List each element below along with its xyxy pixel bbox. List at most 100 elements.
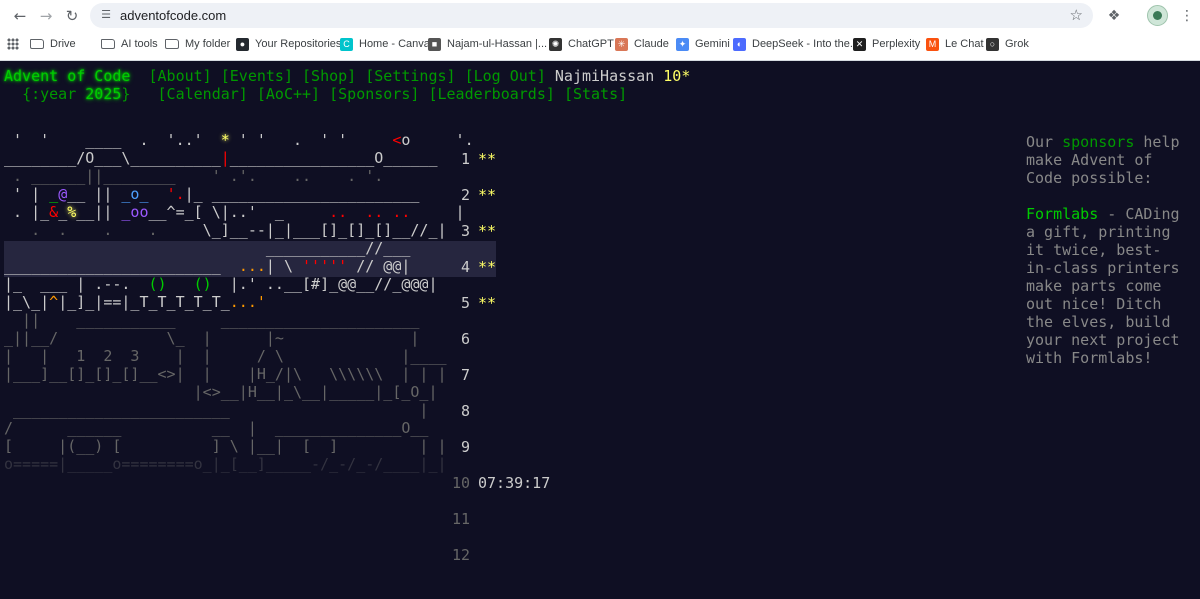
reload-icon[interactable]: ↻ [62, 6, 82, 26]
profile-avatar[interactable] [1147, 5, 1168, 26]
more-menu-icon[interactable]: ⋮ [1180, 6, 1194, 26]
day-number: 9 [460, 438, 470, 456]
bookmark-label: AI tools [121, 38, 158, 50]
day-number: 4 [460, 258, 470, 276]
sponsor-link[interactable]: Formlabs [1026, 205, 1098, 223]
day-stars: ** [478, 294, 497, 312]
bookmark-item[interactable]: ✳ Claude [615, 33, 669, 55]
folder-icon [30, 39, 44, 49]
art-line: ________________________ | [4, 401, 429, 419]
url-text[interactable]: adventofcode.com [120, 7, 226, 24]
bookmark-label: Your Repositories [255, 38, 342, 50]
art-line: o=====|_____o========o_|_[__]_____-/_-/_… [4, 455, 447, 473]
browser-chrome: ← → ↻ ☰ adventofcode.com ☆ ❖ ⋮ Drive AI t… [0, 0, 1200, 61]
day-number: 1 [460, 150, 470, 168]
day-stars: ** [478, 258, 497, 276]
nav-stats[interactable]: [Stats] [564, 85, 627, 103]
bookmark-label: ChatGPT [568, 38, 614, 50]
day-number: 3 [460, 222, 470, 240]
art-line: ________________________ ...| \ ''''' //… [4, 257, 411, 275]
art-line: . |_&_%__|| _oo__^=_[ \|..' _ .. .. .. | [4, 203, 465, 221]
bookmark-item[interactable]: ○ Grok [986, 33, 1029, 55]
sponsors-link[interactable]: sponsors [1062, 133, 1134, 151]
bookmark-item[interactable]: C Home - Canva [340, 33, 430, 55]
bookmark-item[interactable]: ✕ Perplexity [853, 33, 920, 55]
bookmark-item[interactable]: Drive [30, 33, 76, 55]
header-row-2: {:year 2025} [Calendar] [AoC++] [Sponsor… [4, 85, 627, 103]
nav-shop[interactable]: [Shop] [302, 67, 356, 85]
bookmark-label: My folder [185, 38, 231, 50]
claude-icon: ✳ [615, 37, 628, 51]
art-line: . ______||________ ' .'. .. . '. [4, 167, 384, 185]
bookmark-item[interactable]: M Le Chat [926, 33, 984, 55]
bookmark-label: Perplexity [872, 38, 921, 50]
unlock-countdown: 07:39:17 [478, 474, 551, 492]
bookmark-label: Home - Canva [359, 38, 430, 50]
art-line: || ___________ ______________________ [4, 311, 420, 329]
day-number: 2 [460, 186, 470, 204]
github-icon: ● [236, 37, 249, 51]
day-number: 6 [460, 330, 470, 348]
art-line: ___________//___ [4, 239, 411, 257]
bookmark-label: Claude [634, 38, 669, 50]
bookmark-star-icon[interactable]: ☆ [1070, 6, 1083, 24]
year-suffix: } [121, 85, 131, 103]
art-line: |<>__|H__|_\__|_____|_[_O_| [4, 383, 438, 401]
bookmark-item[interactable]: My folder [165, 33, 230, 55]
gemini-icon: ✦ [676, 37, 689, 51]
year-prefix: {:year [22, 85, 86, 103]
sponsor-ad: Formlabs - CADing a gift, printing it tw… [1026, 205, 1186, 367]
bookmark-item[interactable]: ✺ ChatGPT [549, 33, 614, 55]
art-line: / ______ __ | ______________O__ [4, 419, 429, 437]
back-arrow-icon[interactable]: ← [10, 6, 30, 26]
art-line: . . . . \_]__--|_|___[]_[]_[]__//_| [4, 221, 447, 239]
browser-toolbar: ← → ↻ ☰ adventofcode.com ☆ ❖ ⋮ [0, 0, 1200, 31]
address-bar[interactable]: ☰ adventofcode.com ☆ [90, 3, 1093, 28]
sponsor-intro: Our sponsors help make Advent of Code po… [1026, 133, 1186, 187]
day-number: 11 [452, 510, 471, 528]
extensions-puzzle-icon[interactable]: ❖ [1104, 6, 1124, 26]
bookmark-label: Gemini [695, 38, 730, 50]
document-icon: ■ [428, 37, 441, 51]
deepseek-icon: ◐ [733, 37, 746, 51]
chatgpt-icon: ✺ [549, 37, 562, 51]
day-number: 8 [460, 402, 470, 420]
sponsor-sidebar: Our sponsors help make Advent of Code po… [1026, 133, 1186, 385]
bookmark-label: Drive [50, 38, 76, 50]
day-stars: ** [478, 150, 497, 168]
folder-icon [165, 39, 179, 49]
nav-logout[interactable]: [Log Out] [465, 67, 546, 85]
bookmark-label: DeepSeek - Into the... [752, 38, 860, 50]
art-line: ' | _@__ || _o_ '.|_ ___________________… [4, 185, 420, 203]
nav-aocplusplus[interactable]: [AoC++] [257, 85, 320, 103]
bookmark-item[interactable]: ● Your Repositories [236, 33, 341, 55]
art-line: |_ ___ | .--. () () |.' ..__[#]_@@__//_@… [4, 275, 438, 293]
nav-calendar[interactable]: [Calendar] [158, 85, 248, 103]
nav-events[interactable]: [Events] [221, 67, 293, 85]
forward-arrow-icon[interactable]: → [36, 6, 56, 26]
day-number: 7 [460, 366, 470, 384]
day-number: 5 [460, 294, 470, 312]
art-line: _||__/ \_ | |~ | [4, 329, 420, 347]
user-star-count: 10* [663, 67, 691, 85]
nav-settings[interactable]: [Settings] [365, 67, 455, 85]
site-settings-icon[interactable]: ☰ [99, 8, 113, 22]
bookmark-label: Grok [1005, 38, 1029, 50]
bookmark-item[interactable]: ✦ Gemini [676, 33, 730, 55]
nav-sponsors[interactable]: [Sponsors] [329, 85, 419, 103]
apps-grid-icon[interactable] [7, 38, 19, 50]
bookmark-item[interactable]: ◐ DeepSeek - Into the... [733, 33, 859, 55]
nav-about[interactable]: [About] [149, 67, 212, 85]
year-link[interactable]: 2025 [85, 85, 121, 103]
bookmark-item[interactable]: ■ Najam-ul-Hassan |... [428, 33, 547, 55]
perplexity-icon: ✕ [853, 37, 866, 51]
art-line: [ |(__) [ ] \ |__| [ ] | | [4, 437, 447, 455]
nav-leaderboards[interactable]: [Leaderboards] [428, 85, 554, 103]
site-logo[interactable]: Advent of Code [4, 67, 130, 85]
bookmark-item[interactable]: AI tools [101, 33, 158, 55]
bookmark-label: Najam-ul-Hassan |... [447, 38, 548, 50]
username: NajmiHassan [554, 67, 655, 85]
art-line: ________/O___\__________|_______________… [4, 149, 438, 167]
bookmarks-bar: Drive AI tools My folder ● Your Repositories… [0, 33, 1200, 55]
day-stars: ** [478, 186, 497, 204]
